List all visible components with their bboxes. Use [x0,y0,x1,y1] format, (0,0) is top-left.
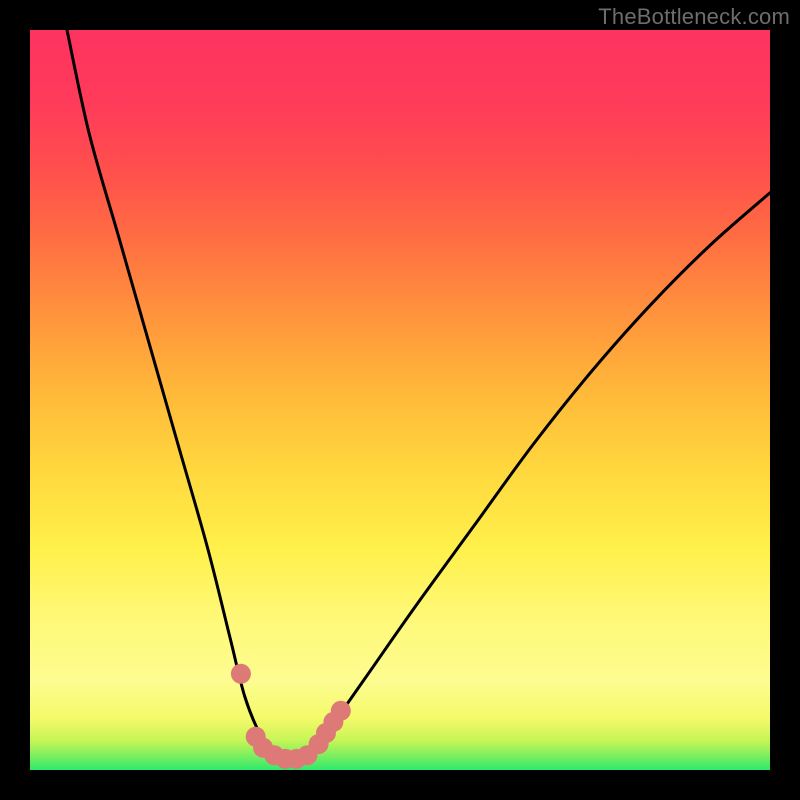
marker-dot [231,664,251,684]
plot-area [30,30,770,770]
watermark-label: TheBottleneck.com [598,4,790,30]
bottleneck-curve [67,30,770,763]
curve-path [67,30,770,763]
marker-dot [331,701,351,721]
chart-frame: TheBottleneck.com [0,0,800,800]
curve-layer [30,30,770,770]
highlight-markers [231,664,351,769]
